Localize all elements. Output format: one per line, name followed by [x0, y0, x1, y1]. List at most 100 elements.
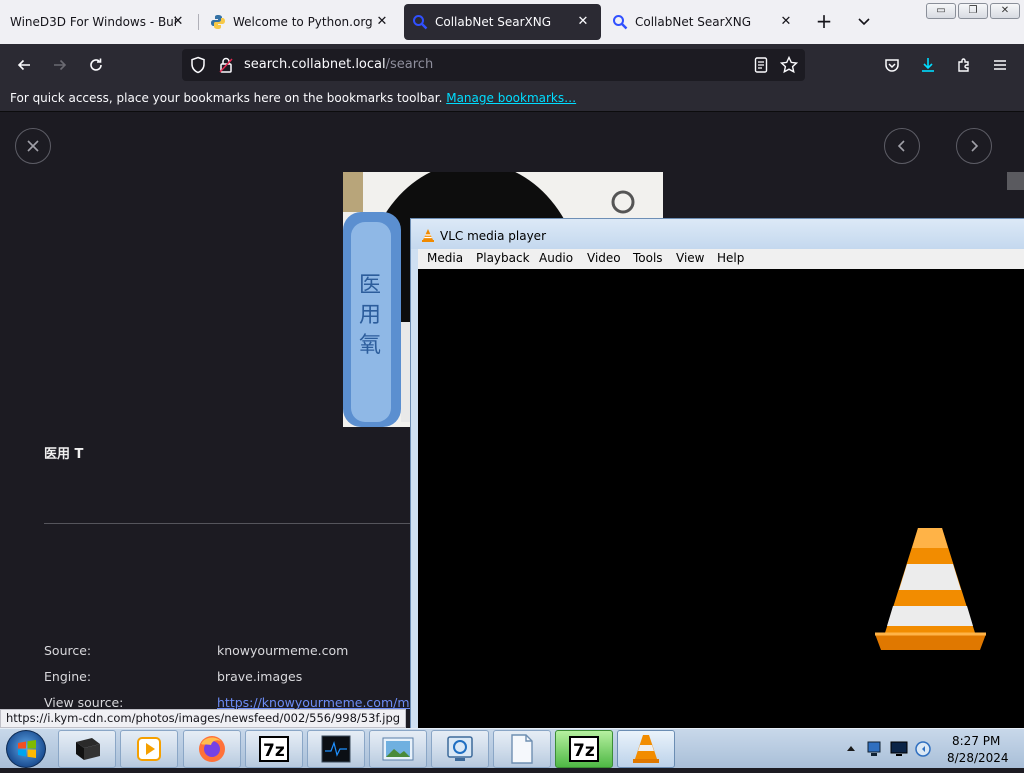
chevron-left-icon: [897, 140, 905, 152]
engine-value: brave.images: [217, 669, 303, 684]
document-icon: [511, 734, 533, 764]
taskbar-monitor[interactable]: [307, 730, 365, 768]
forward-button[interactable]: [46, 51, 74, 79]
searxng-logo-icon: [413, 15, 428, 30]
tab-searxng[interactable]: CollabNet SearXNG ✕: [604, 4, 804, 40]
view-source-link[interactable]: https://knowyourmeme.com/mem: [217, 695, 429, 710]
vlc-menu-video[interactable]: Video: [587, 251, 621, 265]
chevron-right-icon: [971, 140, 979, 152]
windows-taskbar: 7z 7z 8:27 PM 8/28/2024: [0, 728, 1024, 768]
close-tab-icon[interactable]: ✕: [170, 14, 186, 30]
navigation-toolbar: search.collabnet.local/search: [0, 44, 1024, 86]
download-icon: [922, 58, 934, 72]
svg-text:用: 用: [359, 303, 381, 328]
vlc-window[interactable]: VLC media player Media Playback Audio Vi…: [410, 218, 1024, 729]
divider: [44, 523, 410, 524]
vlc-menu-help[interactable]: Help: [717, 251, 744, 265]
close-detail-button[interactable]: [15, 128, 51, 164]
restore-button[interactable]: ❐: [958, 3, 988, 19]
vlc-title: VLC media player: [440, 229, 547, 243]
minimize-button[interactable]: ▭: [926, 3, 956, 19]
vlc-menu-tools[interactable]: Tools: [633, 251, 663, 265]
vlc-cone-icon: [422, 229, 434, 242]
tab-title: WineD3D For Windows - Builds: [10, 15, 178, 29]
reload-button[interactable]: [82, 51, 110, 79]
bookmarks-toolbar: For quick access, place your bookmarks h…: [0, 86, 1024, 112]
taskbar-7zip-active[interactable]: 7z: [555, 730, 613, 768]
close-tab-icon[interactable]: ✕: [778, 14, 794, 30]
scrollbar-thumb[interactable]: [1007, 172, 1024, 190]
close-tab-icon[interactable]: ✕: [374, 14, 390, 30]
network-icon[interactable]: [866, 740, 882, 758]
url-host: search.collabnet.local: [244, 57, 386, 72]
view-source-label: View source:: [44, 695, 124, 710]
taskbar-remote-desktop[interactable]: [431, 730, 489, 768]
extensions-button[interactable]: [950, 51, 978, 79]
downloads-button[interactable]: [914, 51, 942, 79]
taskbar-terminal[interactable]: [58, 730, 116, 768]
7zip-icon: 7z: [259, 736, 289, 762]
back-arrow-icon: [17, 59, 30, 71]
taskbar-7zip[interactable]: 7z: [245, 730, 303, 768]
tab-separator: [198, 14, 199, 30]
taskbar-vlc[interactable]: [617, 730, 675, 768]
vlc-menu-audio[interactable]: Audio: [539, 251, 573, 265]
bookmark-star-icon[interactable]: [780, 56, 798, 74]
manage-bookmarks-link[interactable]: Manage bookmarks…: [446, 91, 576, 105]
bookmarks-hint-text: For quick access, place your bookmarks h…: [10, 91, 447, 105]
clock-time[interactable]: 8:27 PM: [952, 734, 1000, 748]
vlc-cone-logo-icon: [875, 528, 986, 650]
start-button[interactable]: [6, 730, 46, 768]
reader-view-icon[interactable]: [754, 57, 768, 73]
tab-title: CollabNet SearXNG: [435, 15, 552, 29]
pocket-button[interactable]: [878, 51, 906, 79]
vlc-menu-media[interactable]: Media: [427, 251, 463, 265]
tab-searxng-active[interactable]: CollabNet SearXNG ✕: [404, 4, 601, 40]
next-result-button[interactable]: [956, 128, 992, 164]
vlc-menu-view[interactable]: View: [676, 251, 704, 265]
taskbar-photo-viewer[interactable]: [369, 730, 427, 768]
python-logo-icon: [211, 15, 225, 29]
taskbar-firefox[interactable]: [183, 730, 241, 768]
engine-label: Engine:: [44, 669, 92, 684]
hamburger-menu-icon: [994, 60, 1006, 70]
volume-icon[interactable]: [914, 740, 932, 758]
puzzle-icon: [958, 58, 969, 72]
lock-icon[interactable]: [219, 56, 233, 74]
vlc-menu-playback[interactable]: Playback: [476, 251, 530, 265]
svg-text:7z: 7z: [573, 741, 595, 761]
pocket-icon: [885, 59, 899, 72]
firefox-icon: [199, 736, 225, 762]
vlc-menubar: Media Playback Audio Video Tools View He…: [418, 249, 1024, 269]
previous-result-button[interactable]: [884, 128, 920, 164]
remote-desktop-icon: [447, 736, 473, 761]
vlc-video-area[interactable]: [418, 269, 1024, 729]
tab-title: CollabNet SearXNG: [635, 15, 752, 29]
url-text: search.collabnet.local/search: [244, 57, 433, 72]
tab-python[interactable]: Welcome to Python.org ✕: [200, 4, 400, 40]
close-tab-icon[interactable]: ✕: [575, 14, 591, 30]
view-source-value: https://knowyourmeme.com/mem: [217, 695, 429, 710]
clock-date[interactable]: 8/28/2024: [947, 751, 1009, 765]
svg-text:医: 医: [359, 273, 381, 298]
terminal-icon: [76, 738, 100, 760]
windows-logo-icon: [18, 740, 36, 758]
new-tab-button[interactable]: +: [810, 8, 838, 36]
back-button[interactable]: [10, 51, 38, 79]
taskbar-document[interactable]: [493, 730, 551, 768]
vlc-icon: [633, 735, 659, 763]
vlc-titlebar[interactable]: VLC media player: [411, 219, 1024, 249]
display-icon[interactable]: [890, 741, 908, 757]
tab-winedx3d[interactable]: WineD3D For Windows - Builds ✕: [0, 4, 196, 40]
forward-arrow-icon: [54, 59, 67, 71]
address-bar[interactable]: search.collabnet.local/search: [182, 49, 805, 81]
app-menu-button[interactable]: [986, 51, 1014, 79]
close-window-button[interactable]: ✕: [990, 3, 1020, 19]
source-value: knowyourmeme.com: [217, 643, 349, 658]
svg-text:氧: 氧: [359, 333, 381, 358]
list-all-tabs-button[interactable]: [850, 8, 878, 36]
taskbar-media-player[interactable]: [120, 730, 178, 768]
show-hidden-icons-icon[interactable]: [846, 744, 856, 752]
result-title: 医用 T: [44, 447, 84, 462]
shield-icon[interactable]: [190, 56, 206, 74]
